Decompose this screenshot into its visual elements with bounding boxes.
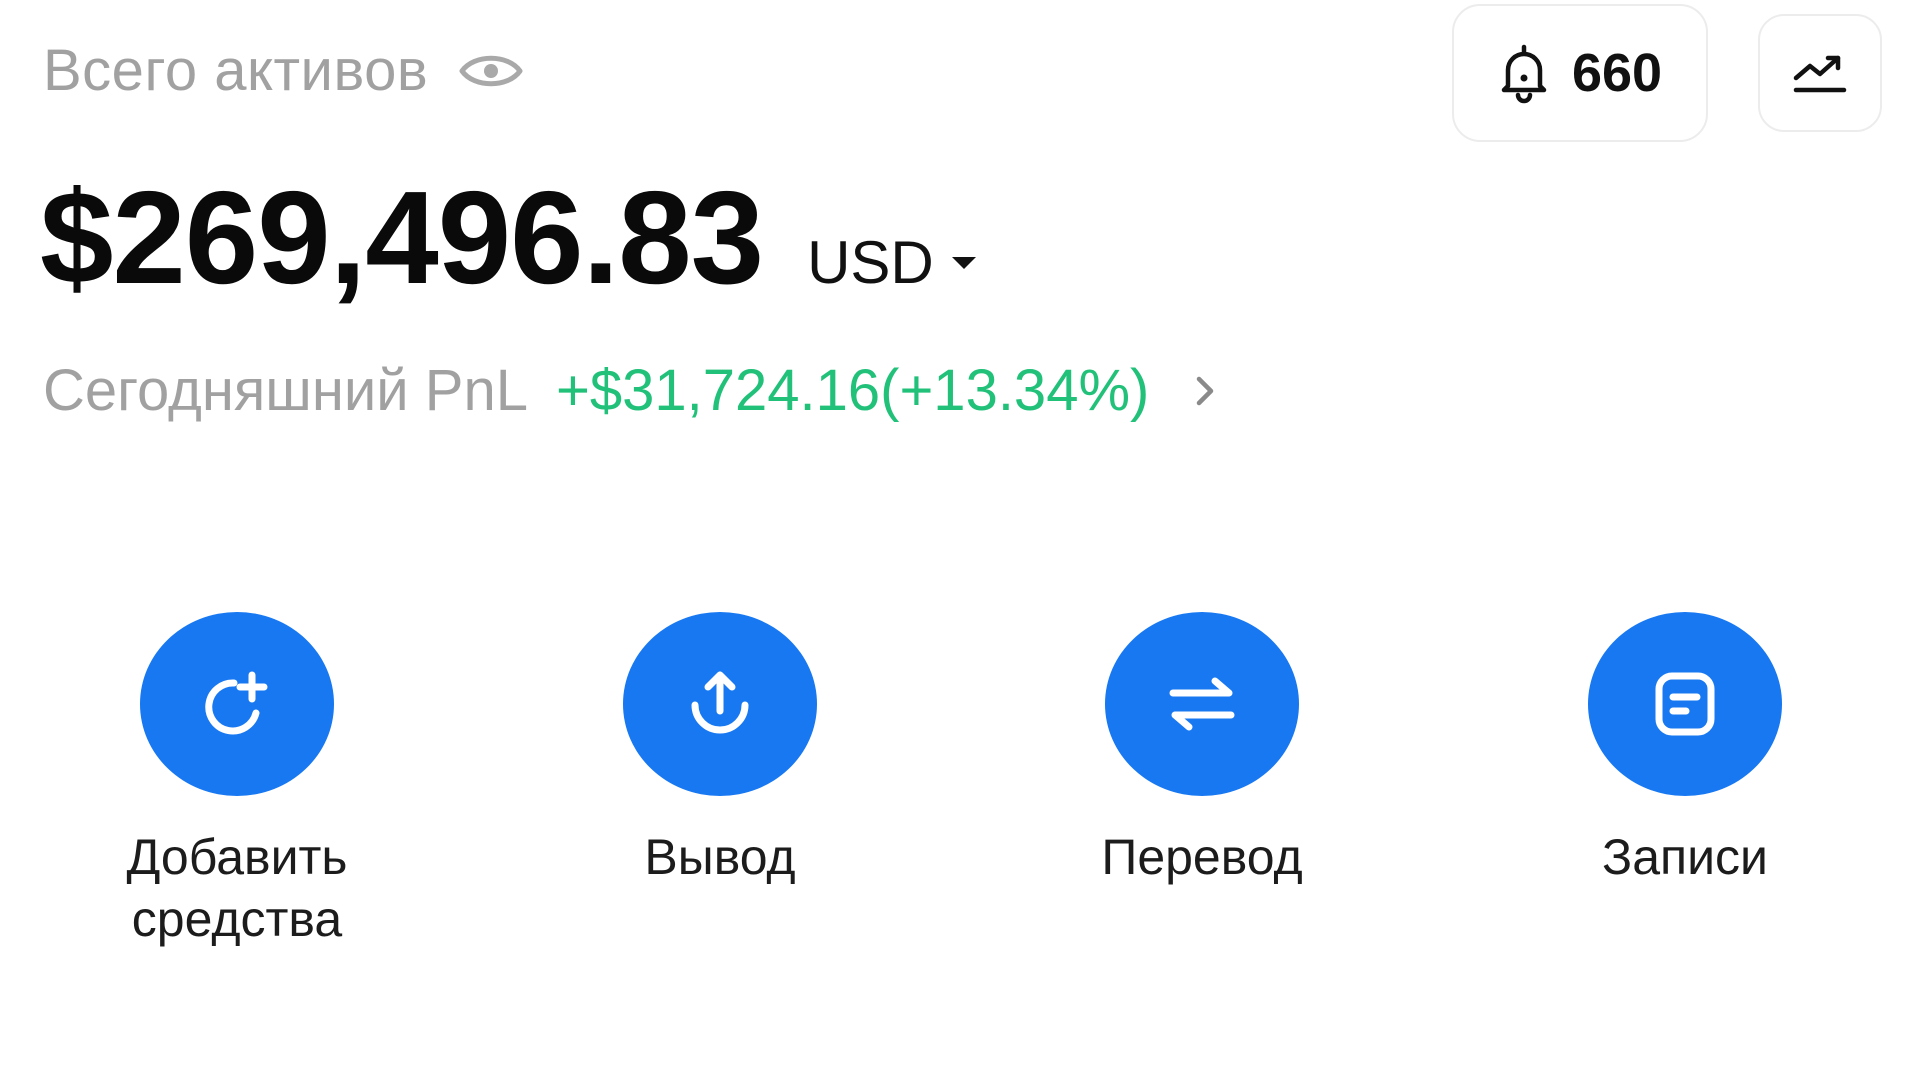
- total-assets-label: Всего активов: [43, 38, 429, 103]
- deposit-button[interactable]: [140, 612, 334, 796]
- records-button[interactable]: [1588, 612, 1782, 796]
- todays-pnl-row[interactable]: Сегодняшний PnL +$31,724.16(+13.34%): [43, 362, 1219, 420]
- withdraw-button[interactable]: [623, 612, 817, 796]
- currency-selector[interactable]: USD: [807, 233, 978, 293]
- deposit-icon: [205, 671, 268, 735]
- currency-label: USD: [807, 229, 934, 296]
- pnl-label: Сегодняшний PnL: [43, 358, 528, 423]
- bell-icon: [1498, 42, 1550, 104]
- deposit-label-line-1: Добавить: [126, 829, 348, 885]
- caret-down-icon: [950, 255, 978, 271]
- notifications-button[interactable]: 660: [1452, 4, 1708, 142]
- trend-chart-icon: [1792, 48, 1848, 98]
- trend-chart-button[interactable]: [1758, 14, 1882, 132]
- balance-row: $269,496.83 USD: [40, 172, 978, 304]
- assets-header: Всего активов: [43, 42, 524, 100]
- transfer-label: Перевод: [1101, 829, 1303, 885]
- quick-actions: Добавить средства Вывод Перевод Записи: [0, 612, 1920, 992]
- total-balance: $269,496.83: [40, 164, 764, 311]
- transfer-icon: [1169, 677, 1235, 731]
- transfer-action[interactable]: Перевод: [1022, 612, 1382, 888]
- wallet-overview-screen: Всего активов 660 $269,496.83 USD Сегодн…: [0, 0, 1920, 1080]
- deposit-label: Добавить средства: [57, 826, 417, 950]
- eye-icon[interactable]: [458, 48, 524, 94]
- records-action[interactable]: Записи: [1505, 612, 1865, 888]
- transfer-button[interactable]: [1105, 612, 1299, 796]
- withdraw-label: Вывод: [644, 829, 796, 885]
- withdraw-icon: [691, 671, 749, 734]
- chevron-right-icon: [1191, 371, 1219, 411]
- pnl-value: +$31,724.16(+13.34%): [555, 358, 1150, 423]
- deposit-action[interactable]: Добавить средства: [57, 612, 417, 950]
- withdraw-action[interactable]: Вывод: [540, 612, 900, 888]
- records-label: Записи: [1602, 829, 1768, 885]
- records-icon: [1655, 672, 1715, 736]
- notifications-count: 660: [1571, 43, 1663, 103]
- deposit-label-line-2: средства: [131, 891, 343, 947]
